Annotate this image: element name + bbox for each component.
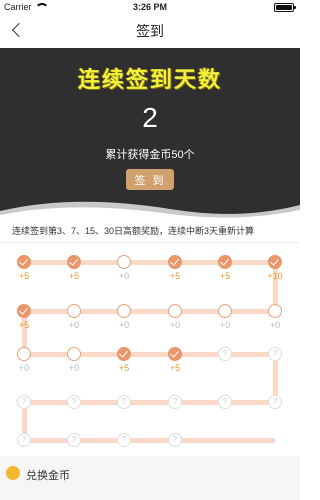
check-icon — [218, 255, 232, 269]
day-reward: +5 — [169, 271, 181, 281]
day-21: ? — [158, 389, 192, 423]
question-icon: ? — [117, 433, 131, 447]
navigation-bar: 签到 — [0, 14, 300, 48]
day-reward: +5 — [68, 271, 80, 281]
status-time: 3:26 PM — [132, 2, 167, 12]
day-reward: +5 — [219, 271, 231, 281]
empty-circle-icon — [268, 304, 282, 318]
question-icon: ? — [17, 395, 31, 409]
empty-circle-icon — [168, 304, 182, 318]
check-icon — [17, 255, 31, 269]
day-12: +5 — [7, 298, 41, 332]
empty-circle-icon — [117, 304, 131, 318]
day-19: ? — [258, 389, 292, 423]
empty-circle-icon — [67, 304, 81, 318]
day-18: ? — [258, 341, 292, 375]
day-9: +0 — [158, 298, 192, 332]
check-icon — [17, 304, 31, 318]
day-reward: +0 — [118, 271, 130, 281]
day-17: ? — [208, 341, 242, 375]
empty-circle-icon — [67, 347, 81, 361]
question-icon: ? — [67, 395, 81, 409]
day-4: +5 — [158, 249, 192, 283]
day-reward: +0 — [118, 320, 130, 330]
status-bar: Carrier 3:26 PM — [0, 0, 300, 14]
day-15: +5 — [107, 341, 141, 375]
day-7: +0 — [258, 298, 292, 332]
signin-rule-text: 连续签到第3、7、15、30日高额奖励，连续中断3天重新计算 — [12, 226, 255, 236]
signin-calendar: +5 +5 +0 +5 +5 +10 +0 +0 +0 +0 +0 +5 +0 +0 +5 +5???????… — [0, 243, 300, 453]
question-icon: ? — [67, 433, 81, 447]
page-title: 签到 — [136, 23, 164, 39]
question-icon: ? — [268, 395, 282, 409]
total-coins-text: 累计获得金币50个 — [105, 149, 195, 161]
exchange-section[interactable]: 兑换金币 — [0, 456, 300, 500]
question-icon: ? — [168, 395, 182, 409]
day-reward: +10 — [267, 271, 283, 281]
empty-circle-icon — [117, 255, 131, 269]
day-13: +0 — [7, 341, 41, 375]
day-3: +0 — [107, 249, 141, 283]
day-16: +5 — [158, 341, 192, 375]
day-1: +5 — [7, 249, 41, 283]
day-14: +0 — [57, 341, 91, 375]
check-icon — [117, 347, 131, 361]
day-reward: +0 — [219, 320, 231, 330]
day-reward: +0 — [68, 320, 80, 330]
check-icon — [268, 255, 282, 269]
question-icon: ? — [218, 347, 232, 361]
day-reward: +0 — [169, 320, 181, 330]
check-icon — [168, 255, 182, 269]
day-5: +5 — [208, 249, 242, 283]
empty-circle-icon — [17, 347, 31, 361]
day-11: +0 — [57, 298, 91, 332]
day-8: +0 — [208, 298, 242, 332]
day-22: ? — [107, 389, 141, 423]
question-icon: ? — [218, 395, 232, 409]
day-24: ? — [7, 389, 41, 423]
day-10: +0 — [107, 298, 141, 332]
consecutive-days-title: 连续签到天数 — [77, 67, 222, 92]
empty-circle-icon — [218, 304, 232, 318]
calendar-path — [22, 260, 278, 443]
signin-header: 连续签到天数 2 累计获得金币50个 签 到 — [0, 48, 300, 220]
question-icon: ? — [117, 395, 131, 409]
day-reward: +0 — [68, 363, 80, 373]
day-reward: +5 — [18, 320, 30, 330]
question-icon: ? — [268, 347, 282, 361]
check-icon — [168, 347, 182, 361]
day-20: ? — [208, 389, 242, 423]
question-icon: ? — [168, 433, 182, 447]
day-reward: +0 — [269, 320, 281, 330]
day-reward: +0 — [18, 363, 30, 373]
day-reward: +5 — [118, 363, 130, 373]
check-icon — [67, 255, 81, 269]
back-arrow-icon[interactable] — [10, 23, 24, 37]
consecutive-days-count: 2 — [142, 102, 158, 133]
day-2: +5 — [57, 249, 91, 283]
day-6: +10 — [258, 249, 292, 283]
wave-divider — [0, 201, 300, 220]
battery-icon — [274, 3, 296, 12]
day-reward: +5 — [169, 363, 181, 373]
exchange-label: 兑换金币 — [26, 470, 70, 482]
signin-button[interactable]: 签 到 — [126, 169, 174, 190]
day-reward: +5 — [18, 271, 30, 281]
day-23: ? — [57, 389, 91, 423]
coin-icon — [6, 466, 20, 480]
question-icon: ? — [17, 433, 31, 447]
